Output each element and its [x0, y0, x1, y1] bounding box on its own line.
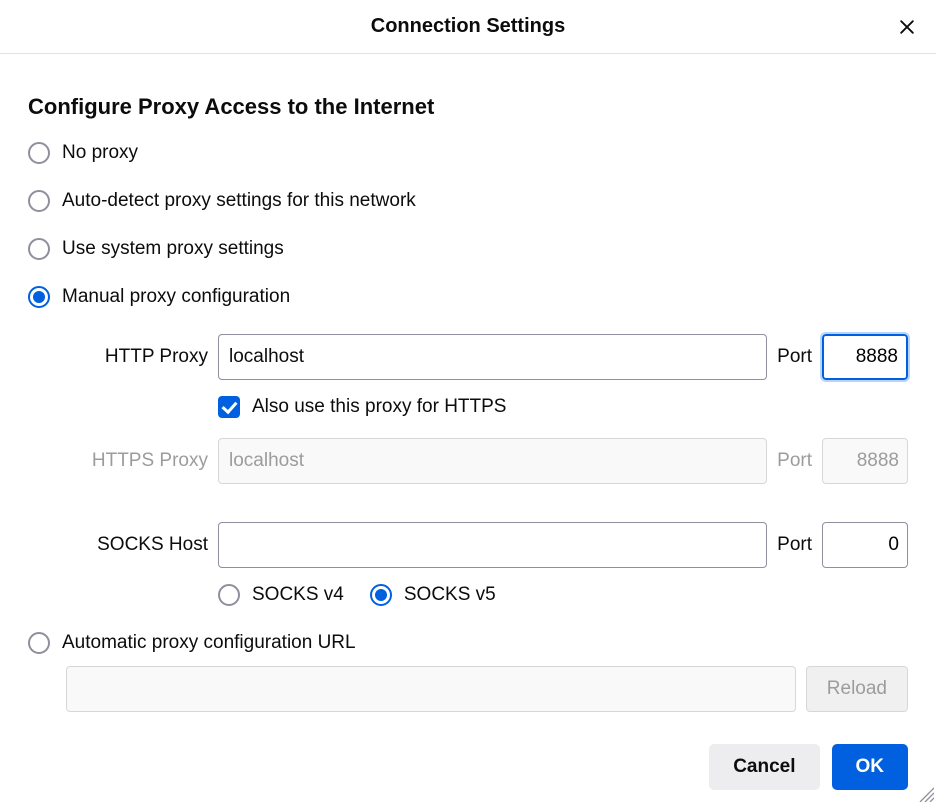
checkbox-also-https-label: Also use this proxy for HTTPS — [252, 396, 506, 418]
radio-no-proxy[interactable] — [28, 142, 50, 164]
socks-host-label: SOCKS Host — [66, 534, 208, 556]
cancel-button[interactable]: Cancel — [709, 744, 819, 790]
radio-system-proxy[interactable] — [28, 238, 50, 260]
radio-no-proxy-label: No proxy — [62, 142, 138, 164]
radio-manual-proxy-label: Manual proxy configuration — [62, 286, 290, 308]
close-button[interactable] — [894, 14, 920, 40]
section-title: Configure Proxy Access to the Internet — [28, 94, 908, 120]
radio-socks-v5-label: SOCKS v5 — [404, 584, 496, 606]
https-proxy-host-input — [218, 438, 767, 484]
pac-url-input — [66, 666, 796, 712]
dialog-button-bar: Cancel OK — [709, 744, 908, 790]
radio-socks-v4[interactable] — [218, 584, 240, 606]
http-proxy-host-input[interactable] — [218, 334, 767, 380]
resize-grip-icon — [916, 784, 934, 802]
http-proxy-port-input[interactable] — [822, 334, 908, 380]
close-icon — [897, 17, 917, 37]
radio-manual-proxy[interactable] — [28, 286, 50, 308]
socks-port-input[interactable] — [822, 522, 908, 568]
dialog-titlebar: Connection Settings — [0, 0, 936, 54]
radio-socks-v5[interactable] — [370, 584, 392, 606]
resize-grip[interactable] — [916, 784, 934, 802]
https-proxy-port-label: Port — [777, 450, 812, 472]
radio-socks-v4-label: SOCKS v4 — [252, 584, 344, 606]
radio-auto-detect-label: Auto-detect proxy settings for this netw… — [62, 190, 416, 212]
socks-host-input[interactable] — [218, 522, 767, 568]
http-proxy-port-label: Port — [777, 346, 812, 368]
radio-system-proxy-label: Use system proxy settings — [62, 238, 284, 260]
https-proxy-label: HTTPS Proxy — [66, 450, 208, 472]
reload-button: Reload — [806, 666, 908, 712]
ok-button[interactable]: OK — [832, 744, 909, 790]
radio-pac-url-label: Automatic proxy configuration URL — [62, 632, 356, 654]
radio-pac-url[interactable] — [28, 632, 50, 654]
checkbox-also-https[interactable] — [218, 396, 240, 418]
http-proxy-label: HTTP Proxy — [66, 346, 208, 368]
dialog-title: Connection Settings — [371, 15, 565, 38]
https-proxy-port-input — [822, 438, 908, 484]
socks-port-label: Port — [777, 534, 812, 556]
radio-auto-detect[interactable] — [28, 190, 50, 212]
